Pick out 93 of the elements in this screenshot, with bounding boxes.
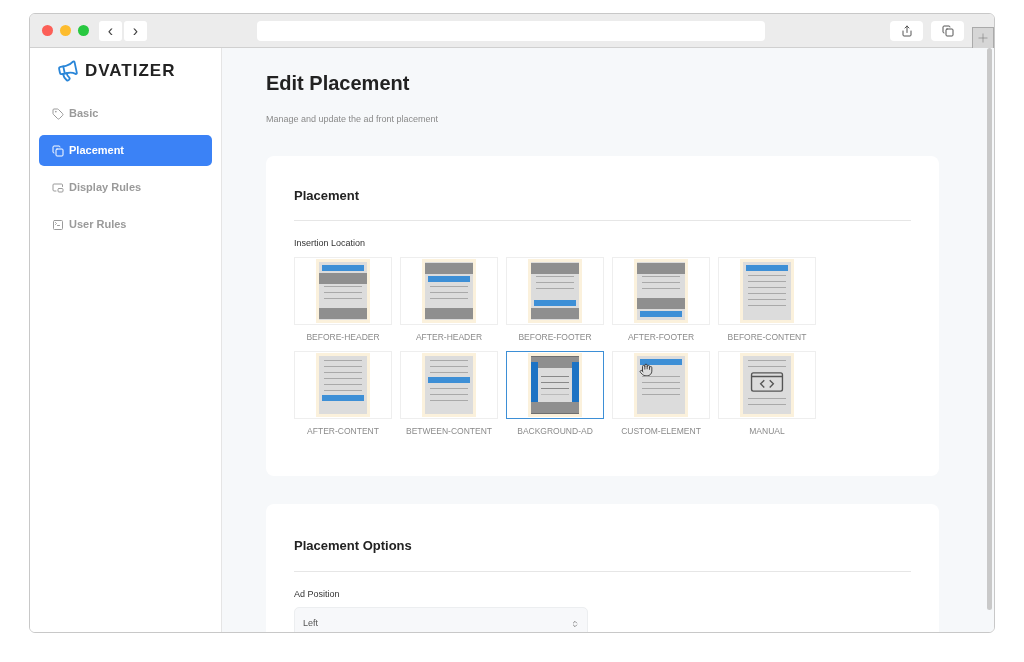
- ad-block: [428, 275, 470, 282]
- text-line: [642, 276, 680, 277]
- scrollbar[interactable]: [987, 48, 992, 610]
- sidebar-item[interactable]: Display Rules: [39, 172, 212, 203]
- logo-text: DVATIZER: [85, 60, 176, 83]
- text-line: [642, 282, 680, 283]
- footer-block: [531, 402, 579, 414]
- text-line: [324, 377, 362, 379]
- header-block: [531, 262, 579, 274]
- header-block: [425, 262, 473, 274]
- placement-option[interactable]: [506, 351, 604, 420]
- footer-block: [425, 307, 473, 319]
- card-title: Placement Options: [294, 537, 413, 555]
- text-line: [536, 288, 574, 289]
- plus-icon: [976, 30, 990, 45]
- text-line: [748, 293, 786, 294]
- tabs-icon: [941, 24, 954, 37]
- text-line: [430, 393, 468, 395]
- option-label: BETWEEN-CONTENT: [406, 425, 492, 438]
- page-subtitle: Manage and update the ad front placement: [266, 113, 440, 126]
- text-line: [642, 288, 680, 289]
- text-line: [642, 375, 680, 377]
- option-label: CUSTOM-ELEMENT: [621, 425, 701, 438]
- text-line: [748, 287, 786, 288]
- text-line: [748, 299, 786, 300]
- text-line: [748, 275, 786, 276]
- text-line: [430, 365, 468, 367]
- option-label: MANUAL: [749, 425, 785, 438]
- ad-position-select[interactable]: Left: [294, 607, 588, 632]
- option-label: BEFORE-HEADER: [306, 330, 380, 344]
- text-line: [324, 389, 362, 391]
- hand-icon: [639, 363, 653, 378]
- text-line: [642, 381, 680, 383]
- text-line: [430, 298, 468, 299]
- text-line: [324, 383, 362, 385]
- sidebar-item[interactable]: Basic: [39, 98, 212, 129]
- footer-block: [637, 297, 685, 309]
- text-line: [536, 276, 574, 277]
- option-label: AFTER-FOOTER: [627, 330, 695, 344]
- ad-block: [640, 310, 682, 317]
- text-line: [324, 371, 362, 373]
- sidebar-item[interactable]: Placement: [39, 135, 212, 166]
- option-label: BEFORE-FOOTER: [518, 330, 592, 344]
- picture-in-picture-icon: [52, 181, 64, 194]
- option-label: BEFORE-CONTENT: [727, 330, 807, 344]
- ad-block: [322, 395, 364, 402]
- ad-block: [428, 377, 470, 384]
- terminal-icon: [52, 218, 64, 231]
- text-line: [748, 403, 786, 405]
- text-line: [748, 397, 786, 399]
- forward-button[interactable]: ›: [124, 20, 147, 41]
- ad-block: [322, 264, 364, 271]
- text-line: [430, 292, 468, 293]
- text-line: [748, 359, 786, 361]
- option-label: AFTER-HEADER: [415, 330, 483, 344]
- text-line: [748, 281, 786, 282]
- tabs-button[interactable]: [931, 20, 964, 41]
- share-icon: [900, 24, 913, 37]
- page-title: Edit Placement: [266, 71, 411, 96]
- text-line: [642, 393, 680, 395]
- ad-block: [534, 299, 576, 306]
- footer-block: [531, 307, 579, 319]
- text-line: [748, 365, 786, 367]
- text-line: [430, 387, 468, 389]
- text-line: [430, 359, 468, 361]
- sidebar-item[interactable]: User Rules: [39, 209, 212, 240]
- ad-block: [640, 359, 682, 366]
- text-line: [324, 292, 362, 293]
- text-line: [430, 371, 468, 373]
- text-line: [324, 298, 362, 299]
- text-line: [536, 282, 574, 283]
- text-line: [324, 365, 362, 367]
- tag-icon: [52, 107, 64, 120]
- option-label: BACKGROUND-AD: [517, 425, 593, 438]
- copy-icon: [52, 144, 64, 157]
- share-button[interactable]: [890, 20, 923, 41]
- field-label: Insertion Location: [294, 237, 367, 250]
- card-title: Placement: [294, 186, 361, 205]
- select-arrows-icon: [571, 620, 579, 628]
- text-line: [324, 286, 362, 287]
- header-block: [319, 272, 367, 284]
- header-block: [637, 262, 685, 274]
- back-button[interactable]: ‹: [99, 20, 122, 41]
- new-tab-button[interactable]: [972, 26, 994, 49]
- text-line: [430, 286, 468, 287]
- ad-block: [746, 264, 788, 271]
- footer-block: [319, 307, 367, 319]
- option-label: AFTER-CONTENT: [307, 425, 379, 438]
- text-line: [324, 359, 362, 361]
- text-line: [642, 387, 680, 389]
- text-line: [430, 399, 468, 401]
- field-label: Ad Position: [294, 587, 341, 601]
- text-line: [748, 305, 786, 306]
